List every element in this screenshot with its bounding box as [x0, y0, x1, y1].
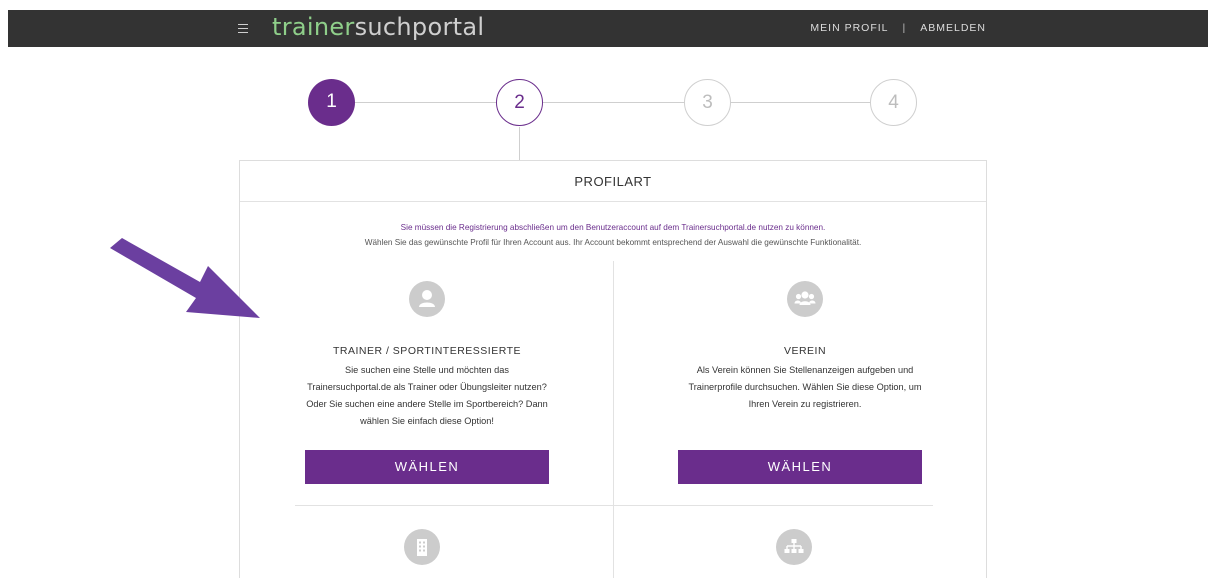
nav-separator: | — [902, 22, 907, 34]
horizontal-divider — [295, 505, 933, 506]
top-navigation-bar: trainersuchportal MEIN PROFIL | ABMELDEN — [8, 10, 1208, 47]
card-title: PROFILART — [240, 161, 986, 202]
registration-notice: Sie müssen die Registrierung abschließen… — [400, 223, 826, 232]
profile-type-card: PROFILART Sie müssen die Registrierung a… — [239, 160, 987, 578]
nav-my-profile-link[interactable]: MEIN PROFIL — [810, 22, 888, 34]
user-nav: MEIN PROFIL | ABMELDEN — [810, 22, 986, 34]
option-title: TRAINER / SPORTINTERESSIERTE — [332, 345, 522, 357]
pointer-arrow-icon — [110, 238, 260, 318]
users-group-icon — [787, 281, 823, 317]
option-description: Sie suchen eine Stelle und möchten das T… — [306, 365, 548, 426]
step-connector — [731, 102, 870, 103]
profile-info-text: Wählen Sie das gewünschte Profil für Ihr… — [364, 238, 862, 247]
step-drop-line — [519, 127, 520, 160]
step-4: 4 — [870, 79, 917, 126]
step-3: 3 — [684, 79, 731, 126]
option-trainer: TRAINER / SPORTINTERESSIERTE Sie suchen … — [282, 281, 572, 484]
site-logo[interactable]: trainersuchportal — [272, 13, 484, 41]
step-connector — [543, 102, 684, 103]
step-connector — [355, 102, 496, 103]
hamburger-menu-icon[interactable] — [238, 21, 250, 35]
building-icon — [404, 529, 440, 565]
hierarchy-icon — [776, 529, 812, 565]
vertical-divider — [613, 261, 614, 578]
user-icon — [409, 281, 445, 317]
registration-stepper: 1 2 3 4 — [308, 79, 920, 127]
step-1: 1 — [308, 79, 355, 126]
option-title: VEREIN — [783, 345, 827, 357]
choose-trainer-button[interactable]: WÄHLEN — [305, 450, 549, 484]
step-2: 2 — [496, 79, 543, 126]
option-verein: VEREIN Als Verein können Sie Stellenanze… — [660, 281, 950, 484]
choose-verein-button[interactable]: WÄHLEN — [678, 450, 922, 484]
option-description: Als Verein können Sie Stellenanzeigen au… — [688, 365, 922, 409]
nav-logout-link[interactable]: ABMELDEN — [920, 22, 986, 34]
